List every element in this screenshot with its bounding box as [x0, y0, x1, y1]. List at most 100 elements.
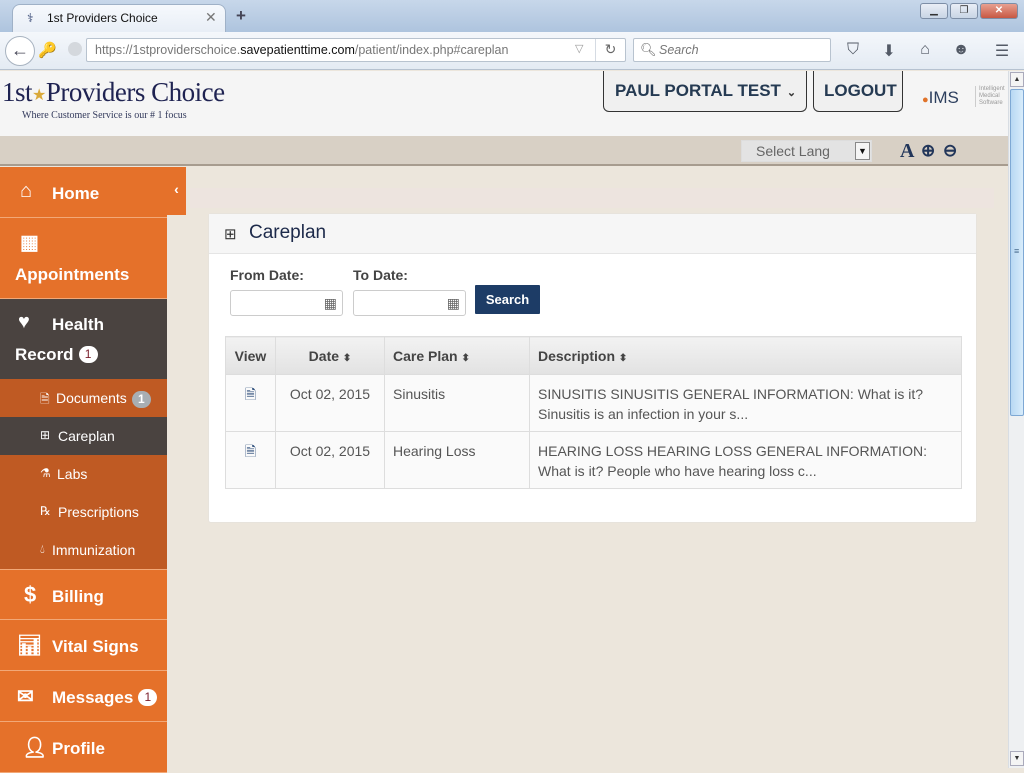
user-icon: 👤︎ [22, 737, 48, 759]
browser-search-input[interactable]: 🔍︎ Search [633, 38, 831, 62]
menu-icon[interactable]: ☰ [992, 41, 1012, 61]
description-cell: HEARING LOSS HEARING LOSS GENERAL INFORM… [529, 431, 962, 489]
to-date-input[interactable]: ▦ [353, 290, 466, 316]
sidebar: ⌂ Home ▦ Appointments ♥ Health Record 1 🗎… [0, 167, 167, 773]
sidebar-item-profile[interactable]: 👤︎ Profile [0, 722, 167, 773]
key-icon[interactable]: 🔑 [38, 41, 57, 59]
browser-titlebar: ⚕ 1st Providers Choice ✕ + ▁ ❐ ✕ [0, 0, 1024, 32]
from-date-input[interactable]: ▦ [230, 290, 343, 316]
sidebar-subitem-immunization[interactable]: 💧︎ Immunization [0, 531, 167, 569]
reload-icon[interactable]: ↻ [595, 39, 625, 61]
sidebar-item-billing[interactable]: $ Billing [0, 569, 167, 620]
url-dropdown-icon[interactable]: ▽ [575, 42, 583, 55]
tab-title: 1st Providers Choice [47, 11, 158, 25]
zoom-out-icon[interactable]: ⊖ [943, 141, 957, 161]
browser-tab[interactable]: ⚕ 1st Providers Choice ✕ [12, 4, 226, 32]
sidebar-subitem-labs[interactable]: ⚗ Labs [0, 455, 167, 493]
date-cell: Oct 02, 2015 [275, 431, 385, 489]
column-header-view: View [225, 336, 276, 375]
site-tagline: Where Customer Service is our # 1 focus [22, 110, 187, 121]
sidebar-item-appointments[interactable]: ▦ Appointments [0, 218, 167, 299]
search-placeholder: Search [659, 43, 699, 57]
logout-button[interactable]: LOGOUT [813, 71, 903, 112]
download-icon[interactable]: ⬇ [879, 41, 899, 61]
sidebar-item-vital-signs[interactable]: 📊︎ Vital Signs [0, 620, 167, 671]
restore-icon[interactable]: ❐ [950, 3, 978, 19]
chat-icon[interactable]: ☻ [951, 41, 971, 59]
column-header-date[interactable]: Date ⬍ [275, 336, 385, 375]
date-cell: Oct 02, 2015 [275, 374, 385, 432]
language-select[interactable]: Select Lang ▼ [741, 140, 872, 162]
globe-icon [68, 42, 82, 56]
calendar-icon[interactable]: ▦ [324, 295, 337, 312]
new-tab-icon[interactable]: + [236, 6, 246, 26]
documents-badge: 1 [131, 391, 151, 408]
document-icon[interactable]: 🗎 [245, 443, 256, 459]
sidebar-item-health-record[interactable]: ♥ Health Record 1 [0, 299, 167, 379]
star-icon: ★ [32, 86, 46, 104]
search-icon: 🔍︎ [640, 42, 657, 57]
site-logo[interactable]: 1st★Providers Choice [2, 77, 225, 108]
browser-navbar: ← 🔑 https://1stproviderschoice.savepatie… [0, 32, 1024, 70]
messages-badge: 1 [138, 689, 158, 706]
sidebar-subitem-documents[interactable]: 🗎 Documents 1 [0, 379, 167, 417]
document-icon[interactable]: 🗎 [245, 386, 256, 402]
sort-icon: ⬍ [342, 352, 352, 364]
search-button[interactable]: Search [475, 285, 540, 314]
zoom-in-icon[interactable]: ⊕ [921, 141, 935, 161]
dollar-icon: $ [24, 582, 37, 607]
sidebar-item-messages[interactable]: ✉ Messages 1 [0, 671, 167, 722]
minimize-icon[interactable]: ▁ [920, 3, 948, 19]
medkit-icon: ⊞ [40, 428, 51, 442]
sort-icon: ⬍ [461, 352, 470, 364]
column-header-care-plan[interactable]: Care Plan ⬍ [384, 336, 530, 375]
flask-icon: ⚗ [40, 466, 51, 480]
font-size-icon[interactable]: A [900, 140, 914, 163]
bar-chart-icon: 📊︎ [17, 635, 43, 657]
grip-icon: ≡ [1014, 246, 1020, 256]
url-input[interactable]: https://1stproviderschoice.savepatientti… [86, 38, 626, 62]
vendor-subtitle: Intelligent Medical Software [975, 86, 1009, 107]
sidebar-subitem-careplan[interactable]: ⊞ Careplan [0, 417, 167, 455]
dropdown-arrow-icon: ▼ [855, 142, 870, 160]
language-toolbar: Select Lang ▼ [0, 136, 1008, 166]
chevron-down-icon: ⌄ [786, 87, 797, 99]
health-record-submenu: 🗎 Documents 1 ⊞ Careplan ⚗ Labs ℞ Prescri… [0, 379, 167, 569]
back-arrow-icon[interactable]: ← [5, 36, 35, 66]
collapse-sidebar-button[interactable]: ‹ [167, 167, 186, 215]
home-browser-icon[interactable]: ⌂ [915, 41, 935, 59]
chevron-left-icon: ‹ [174, 181, 179, 197]
careplan-panel: ⊞ Careplan From Date: To Date: ▦ ▦ Searc… [208, 213, 977, 523]
view-cell: 🗎 [225, 374, 276, 432]
view-cell: 🗎 [225, 431, 276, 489]
table-header-row: View Date ⬍ Care Plan ⬍ Description ⬍ [225, 336, 962, 375]
content-top-strip [190, 188, 994, 208]
sort-icon: ⬍ [618, 352, 628, 364]
scrollbar-thumb[interactable]: ≡ [1010, 89, 1024, 416]
medkit-icon: ⊞ [224, 226, 237, 243]
url-text: https://1stproviderschoice.savepatientti… [95, 43, 509, 57]
site-favicon-icon: ⚕ [27, 11, 34, 25]
pocket-icon[interactable]: ⛉ [843, 41, 863, 59]
scroll-up-arrow-icon[interactable]: ▲ [1010, 72, 1024, 87]
health-record-badge: 1 [78, 346, 98, 363]
user-menu-button[interactable]: PAUL PORTAL TEST ⌄ [603, 71, 807, 112]
care-plan-cell: Hearing Loss [384, 431, 530, 489]
panel-header: ⊞ Careplan [209, 214, 976, 254]
to-date-label: To Date: [353, 267, 408, 283]
vendor-logo: ●IMS [922, 88, 959, 107]
careplan-table: View Date ⬍ Care Plan ⬍ Description ⬍ 🗎 … [225, 336, 962, 489]
sidebar-subitem-prescriptions[interactable]: ℞ Prescriptions [0, 493, 167, 531]
table-row: 🗎 Oct 02, 2015 Hearing Loss HEARING LOSS… [225, 431, 962, 489]
panel-title: Careplan [249, 222, 327, 243]
file-icon: 🗎 [40, 392, 50, 406]
scroll-down-arrow-icon[interactable]: ▼ [1010, 751, 1024, 766]
sidebar-item-home[interactable]: ⌂ Home [0, 167, 167, 218]
close-tab-icon[interactable]: ✕ [205, 9, 217, 26]
column-header-description[interactable]: Description ⬍ [529, 336, 962, 375]
calendar-icon[interactable]: ▦ [447, 295, 460, 312]
page-scrollbar[interactable]: ▲ ≡ ▼ [1008, 71, 1024, 768]
close-window-icon[interactable]: ✕ [980, 3, 1018, 19]
care-plan-cell: Sinusitis [384, 374, 530, 432]
heartbeat-icon: ♥ [18, 311, 30, 333]
